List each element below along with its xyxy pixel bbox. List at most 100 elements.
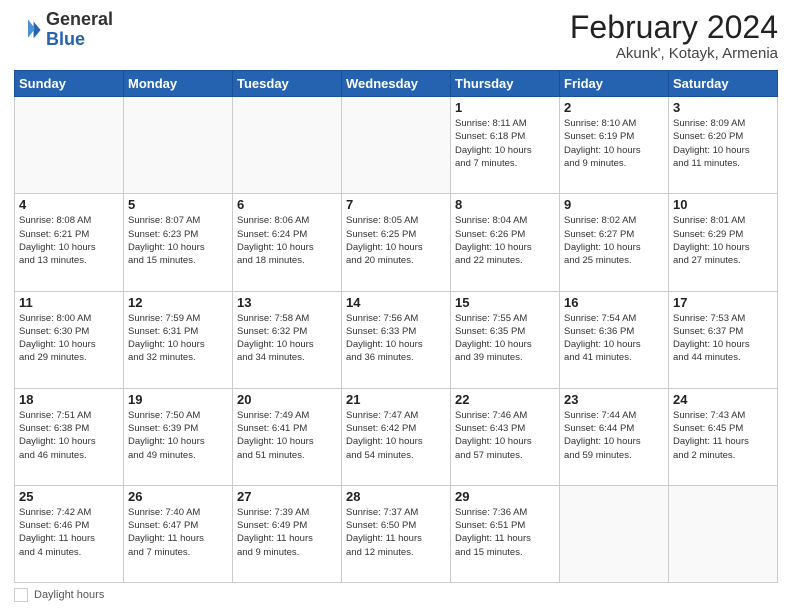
day-info: Sunrise: 7:46 AMSunset: 6:43 PMDaylight:… [455, 409, 555, 462]
calendar-cell: 3 Sunrise: 8:09 AMSunset: 6:20 PMDaylight… [669, 97, 778, 194]
calendar-week-row: 18 Sunrise: 7:51 AMSunset: 6:38 PMDayligh… [15, 388, 778, 485]
day-number: 6 [237, 197, 337, 212]
day-info: Sunrise: 7:55 AMSunset: 6:35 PMDaylight:… [455, 312, 555, 365]
calendar-cell: 17 Sunrise: 7:53 AMSunset: 6:37 PMDayligh… [669, 291, 778, 388]
day-info: Sunrise: 7:54 AMSunset: 6:36 PMDaylight:… [564, 312, 664, 365]
day-info: Sunrise: 7:59 AMSunset: 6:31 PMDaylight:… [128, 312, 228, 365]
calendar-header-tuesday: Tuesday [233, 71, 342, 97]
location: Akunk', Kotayk, Armenia [570, 45, 778, 62]
day-number: 27 [237, 489, 337, 504]
calendar-cell: 24 Sunrise: 7:43 AMSunset: 6:45 PMDayligh… [669, 388, 778, 485]
page-container: General Blue February 2024 Akunk', Kotay… [0, 0, 792, 612]
logo-icon [14, 16, 42, 44]
day-number: 26 [128, 489, 228, 504]
day-info: Sunrise: 7:47 AMSunset: 6:42 PMDaylight:… [346, 409, 446, 462]
day-info: Sunrise: 8:07 AMSunset: 6:23 PMDaylight:… [128, 214, 228, 267]
header: General Blue February 2024 Akunk', Kotay… [14, 10, 778, 62]
day-number: 14 [346, 295, 446, 310]
day-info: Sunrise: 8:04 AMSunset: 6:26 PMDaylight:… [455, 214, 555, 267]
footer: Daylight hours [14, 588, 778, 602]
day-number: 29 [455, 489, 555, 504]
day-number: 24 [673, 392, 773, 407]
calendar-cell: 11 Sunrise: 8:00 AMSunset: 6:30 PMDayligh… [15, 291, 124, 388]
day-info: Sunrise: 7:58 AMSunset: 6:32 PMDaylight:… [237, 312, 337, 365]
calendar-cell: 5 Sunrise: 8:07 AMSunset: 6:23 PMDaylight… [124, 194, 233, 291]
calendar-cell: 25 Sunrise: 7:42 AMSunset: 6:46 PMDayligh… [15, 485, 124, 582]
day-number: 10 [673, 197, 773, 212]
day-number: 3 [673, 100, 773, 115]
day-info: Sunrise: 8:05 AMSunset: 6:25 PMDaylight:… [346, 214, 446, 267]
calendar-cell: 28Sunrise: 7:37 AMSunset: 6:50 PMDayligh… [342, 485, 451, 582]
calendar-week-row: 1 Sunrise: 8:11 AMSunset: 6:18 PMDaylight… [15, 97, 778, 194]
day-info: Sunrise: 8:00 AMSunset: 6:30 PMDaylight:… [19, 312, 119, 365]
calendar-cell: 20 Sunrise: 7:49 AMSunset: 6:41 PMDayligh… [233, 388, 342, 485]
calendar-cell: 8 Sunrise: 8:04 AMSunset: 6:26 PMDaylight… [451, 194, 560, 291]
calendar-cell: 19 Sunrise: 7:50 AMSunset: 6:39 PMDayligh… [124, 388, 233, 485]
calendar-cell: 27 Sunrise: 7:39 AMSunset: 6:49 PMDayligh… [233, 485, 342, 582]
day-info: Sunrise: 8:09 AMSunset: 6:20 PMDaylight:… [673, 117, 773, 170]
calendar-header-monday: Monday [124, 71, 233, 97]
day-info: Sunrise: 7:43 AMSunset: 6:45 PMDaylight:… [673, 409, 773, 462]
day-info: Sunrise: 7:39 AMSunset: 6:49 PMDaylight:… [237, 506, 337, 559]
calendar-cell: 22Sunrise: 7:46 AMSunset: 6:43 PMDayligh… [451, 388, 560, 485]
day-number: 19 [128, 392, 228, 407]
calendar-cell [669, 485, 778, 582]
day-number: 4 [19, 197, 119, 212]
calendar-week-row: 11 Sunrise: 8:00 AMSunset: 6:30 PMDayligh… [15, 291, 778, 388]
day-number: 25 [19, 489, 119, 504]
calendar-cell [342, 97, 451, 194]
calendar-week-row: 4Sunrise: 8:08 AMSunset: 6:21 PMDaylight… [15, 194, 778, 291]
day-info: Sunrise: 7:42 AMSunset: 6:46 PMDaylight:… [19, 506, 119, 559]
day-number: 7 [346, 197, 446, 212]
daylight-label: Daylight hours [34, 589, 104, 601]
day-number: 17 [673, 295, 773, 310]
logo-blue: Blue [46, 29, 85, 49]
calendar-header-row: SundayMondayTuesdayWednesdayThursdayFrid… [15, 71, 778, 97]
logo-general: General [46, 9, 113, 29]
calendar-cell: 16 Sunrise: 7:54 AMSunset: 6:36 PMDayligh… [560, 291, 669, 388]
calendar-cell: 21 Sunrise: 7:47 AMSunset: 6:42 PMDayligh… [342, 388, 451, 485]
day-info: Sunrise: 7:49 AMSunset: 6:41 PMDaylight:… [237, 409, 337, 462]
logo: General Blue [14, 10, 113, 50]
calendar-cell: 14 Sunrise: 7:56 AMSunset: 6:33 PMDayligh… [342, 291, 451, 388]
calendar-cell: 29Sunrise: 7:36 AMSunset: 6:51 PMDayligh… [451, 485, 560, 582]
calendar-cell: 7 Sunrise: 8:05 AMSunset: 6:25 PMDaylight… [342, 194, 451, 291]
calendar-cell: 13Sunrise: 7:58 AMSunset: 6:32 PMDayligh… [233, 291, 342, 388]
day-number: 1 [455, 100, 555, 115]
calendar-table: SundayMondayTuesdayWednesdayThursdayFrid… [14, 70, 778, 583]
day-number: 20 [237, 392, 337, 407]
calendar-cell: 12Sunrise: 7:59 AMSunset: 6:31 PMDayligh… [124, 291, 233, 388]
day-info: Sunrise: 7:53 AMSunset: 6:37 PMDaylight:… [673, 312, 773, 365]
day-info: Sunrise: 7:50 AMSunset: 6:39 PMDaylight:… [128, 409, 228, 462]
calendar-cell: 15 Sunrise: 7:55 AMSunset: 6:35 PMDayligh… [451, 291, 560, 388]
day-number: 18 [19, 392, 119, 407]
day-info: Sunrise: 7:51 AMSunset: 6:38 PMDaylight:… [19, 409, 119, 462]
day-info: Sunrise: 7:44 AMSunset: 6:44 PMDaylight:… [564, 409, 664, 462]
calendar-cell: 1 Sunrise: 8:11 AMSunset: 6:18 PMDaylight… [451, 97, 560, 194]
day-number: 8 [455, 197, 555, 212]
day-number: 28 [346, 489, 446, 504]
day-number: 5 [128, 197, 228, 212]
day-number: 11 [19, 295, 119, 310]
calendar-cell [560, 485, 669, 582]
month-title: February 2024 [570, 10, 778, 45]
day-number: 23 [564, 392, 664, 407]
calendar-header-sunday: Sunday [15, 71, 124, 97]
calendar-cell: 6 Sunrise: 8:06 AMSunset: 6:24 PMDaylight… [233, 194, 342, 291]
day-number: 21 [346, 392, 446, 407]
title-block: February 2024 Akunk', Kotayk, Armenia [570, 10, 778, 62]
day-info: Sunrise: 7:56 AMSunset: 6:33 PMDaylight:… [346, 312, 446, 365]
daylight-legend-box [14, 588, 28, 602]
calendar-header-thursday: Thursday [451, 71, 560, 97]
calendar-cell: 23 Sunrise: 7:44 AMSunset: 6:44 PMDayligh… [560, 388, 669, 485]
calendar-cell [15, 97, 124, 194]
day-number: 15 [455, 295, 555, 310]
calendar-header-friday: Friday [560, 71, 669, 97]
calendar-cell: 9Sunrise: 8:02 AMSunset: 6:27 PMDaylight… [560, 194, 669, 291]
day-info: Sunrise: 8:11 AMSunset: 6:18 PMDaylight:… [455, 117, 555, 170]
day-info: Sunrise: 8:06 AMSunset: 6:24 PMDaylight:… [237, 214, 337, 267]
logo-text: General Blue [46, 10, 113, 50]
day-info: Sunrise: 8:01 AMSunset: 6:29 PMDaylight:… [673, 214, 773, 267]
day-number: 16 [564, 295, 664, 310]
calendar-week-row: 25 Sunrise: 7:42 AMSunset: 6:46 PMDayligh… [15, 485, 778, 582]
